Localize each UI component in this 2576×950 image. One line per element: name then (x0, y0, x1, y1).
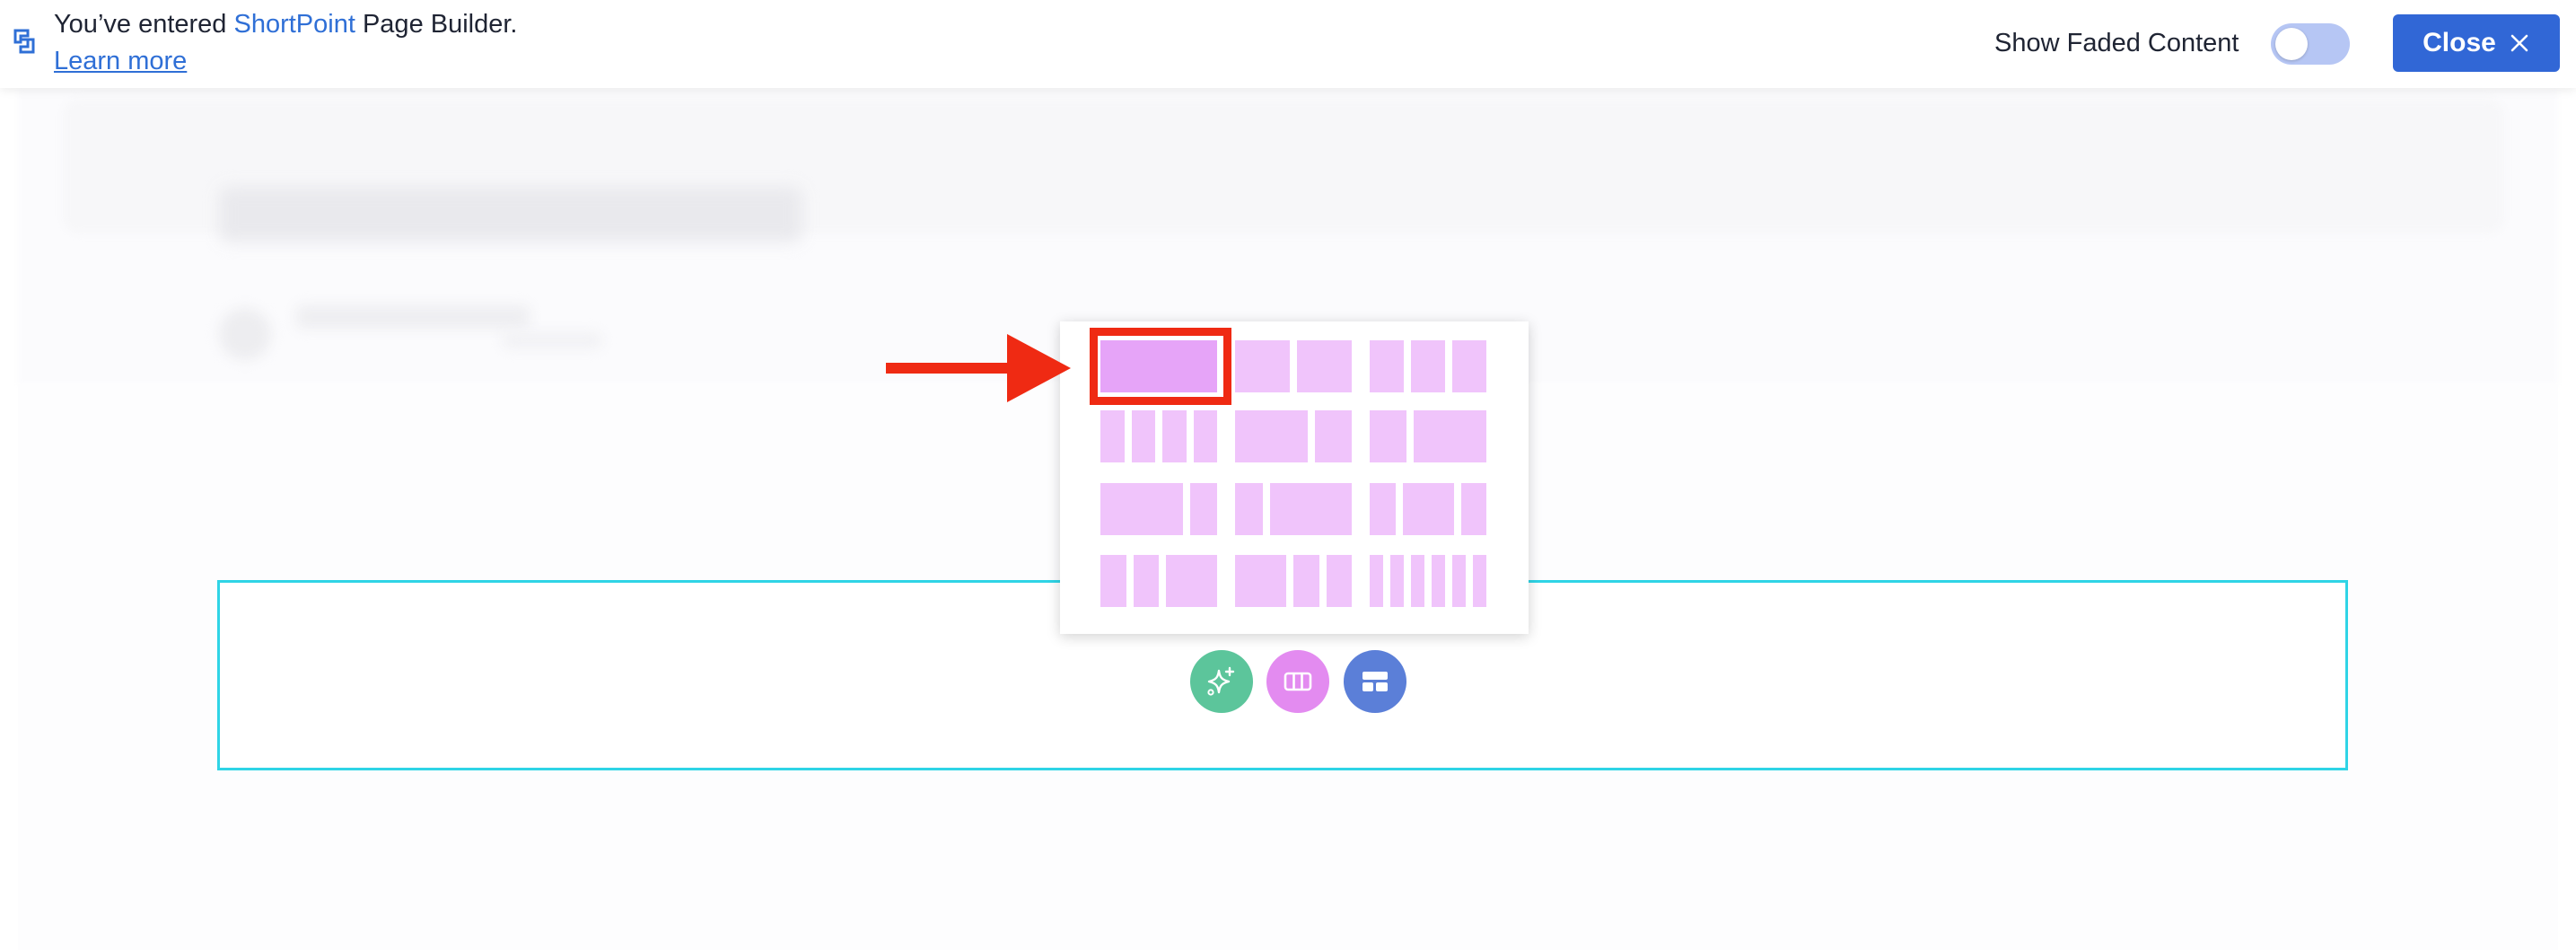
shortpoint-logo-icon (13, 29, 35, 54)
layout-column-cell (1133, 555, 1159, 607)
layout-column-cell (1235, 555, 1286, 607)
layout-2-columns-wide-right[interactable] (1370, 410, 1486, 462)
layout-1-column[interactable] (1100, 340, 1217, 392)
layout-column-cell (1166, 555, 1217, 607)
close-icon (2510, 34, 2528, 52)
toggle-knob (2275, 28, 2308, 60)
close-button-label: Close (2423, 28, 2496, 57)
layout-2-columns-narrow-left[interactable] (1235, 483, 1352, 535)
show-faded-content-toggle[interactable] (2271, 23, 2350, 65)
layout-column-cell (1235, 410, 1309, 462)
faded-page-title (219, 187, 802, 242)
layout-3-columns-wide-center[interactable] (1370, 483, 1486, 535)
layout-column-cell (1390, 555, 1404, 607)
layout-3-columns-wide-left[interactable] (1235, 555, 1352, 607)
layout-column-cell (1370, 555, 1383, 607)
layout-4-equal-columns[interactable] (1100, 410, 1217, 462)
layout-column-cell (1460, 483, 1486, 535)
layout-column-cell (1235, 483, 1263, 535)
message-suffix: Page Builder. (355, 10, 518, 39)
sparkles-icon (1207, 666, 1235, 696)
layout-column-cell (1293, 555, 1319, 607)
layout-button[interactable] (1344, 650, 1406, 713)
layout-column-cell (1402, 483, 1454, 535)
layout-column-cell (1100, 340, 1217, 392)
layout-column-cell (1370, 340, 1404, 392)
layout-3-columns-wide-right[interactable] (1100, 555, 1217, 607)
brand-name: ShortPoint (233, 10, 355, 39)
layout-column-cell (1315, 410, 1352, 462)
builder-message: You’ve entered ShortPoint Page Builder. (54, 7, 517, 41)
ai-button[interactable] (1190, 650, 1253, 713)
faded-author-name (296, 305, 530, 329)
layout-column-cell (1100, 483, 1183, 535)
layout-column-cell (1100, 555, 1126, 607)
layout-column-cell (1452, 555, 1466, 607)
layout-column-cell (1452, 340, 1486, 392)
layout-column-cell (1413, 410, 1486, 462)
columns-button[interactable] (1266, 650, 1329, 713)
annotation-arrow-icon (886, 334, 1071, 402)
learn-more-link[interactable]: Learn more (54, 44, 187, 78)
layout-column-cell (1297, 340, 1352, 392)
layout-column-cell (1100, 410, 1125, 462)
layout-column-cell (1473, 555, 1486, 607)
faded-author-date (503, 332, 601, 348)
faded-author-avatar (219, 308, 271, 360)
layout-2-equal-columns[interactable] (1235, 340, 1352, 392)
layout-2-columns-narrow-right[interactable] (1100, 483, 1217, 535)
layout-icon (1362, 672, 1388, 691)
show-faded-content-label: Show Faded Content (1994, 29, 2239, 57)
layout-column-cell (1370, 483, 1396, 535)
layout-column-cell (1235, 340, 1290, 392)
message-prefix: You’ve entered (54, 10, 234, 39)
layout-column-cell (1131, 410, 1155, 462)
layout-column-cell (1269, 483, 1352, 535)
layout-3-equal-columns[interactable] (1370, 340, 1486, 392)
layout-column-cell (1193, 410, 1217, 462)
layout-column-cell (1189, 483, 1217, 535)
layout-column-cell (1370, 410, 1406, 462)
close-button[interactable]: Close (2393, 14, 2560, 72)
layout-column-cell (1432, 555, 1445, 607)
layout-picker-popup (1060, 321, 1529, 634)
layout-2-columns-wide-left[interactable] (1235, 410, 1352, 462)
layout-6-equal-columns[interactable] (1370, 555, 1486, 607)
layout-column-cell (1411, 555, 1424, 607)
columns-icon (1284, 672, 1312, 691)
builder-notification-bar: You’ve entered ShortPoint Page Builder. … (0, 0, 2576, 88)
layout-column-cell (1411, 340, 1445, 392)
layout-column-cell (1162, 410, 1187, 462)
layout-column-cell (1326, 555, 1352, 607)
